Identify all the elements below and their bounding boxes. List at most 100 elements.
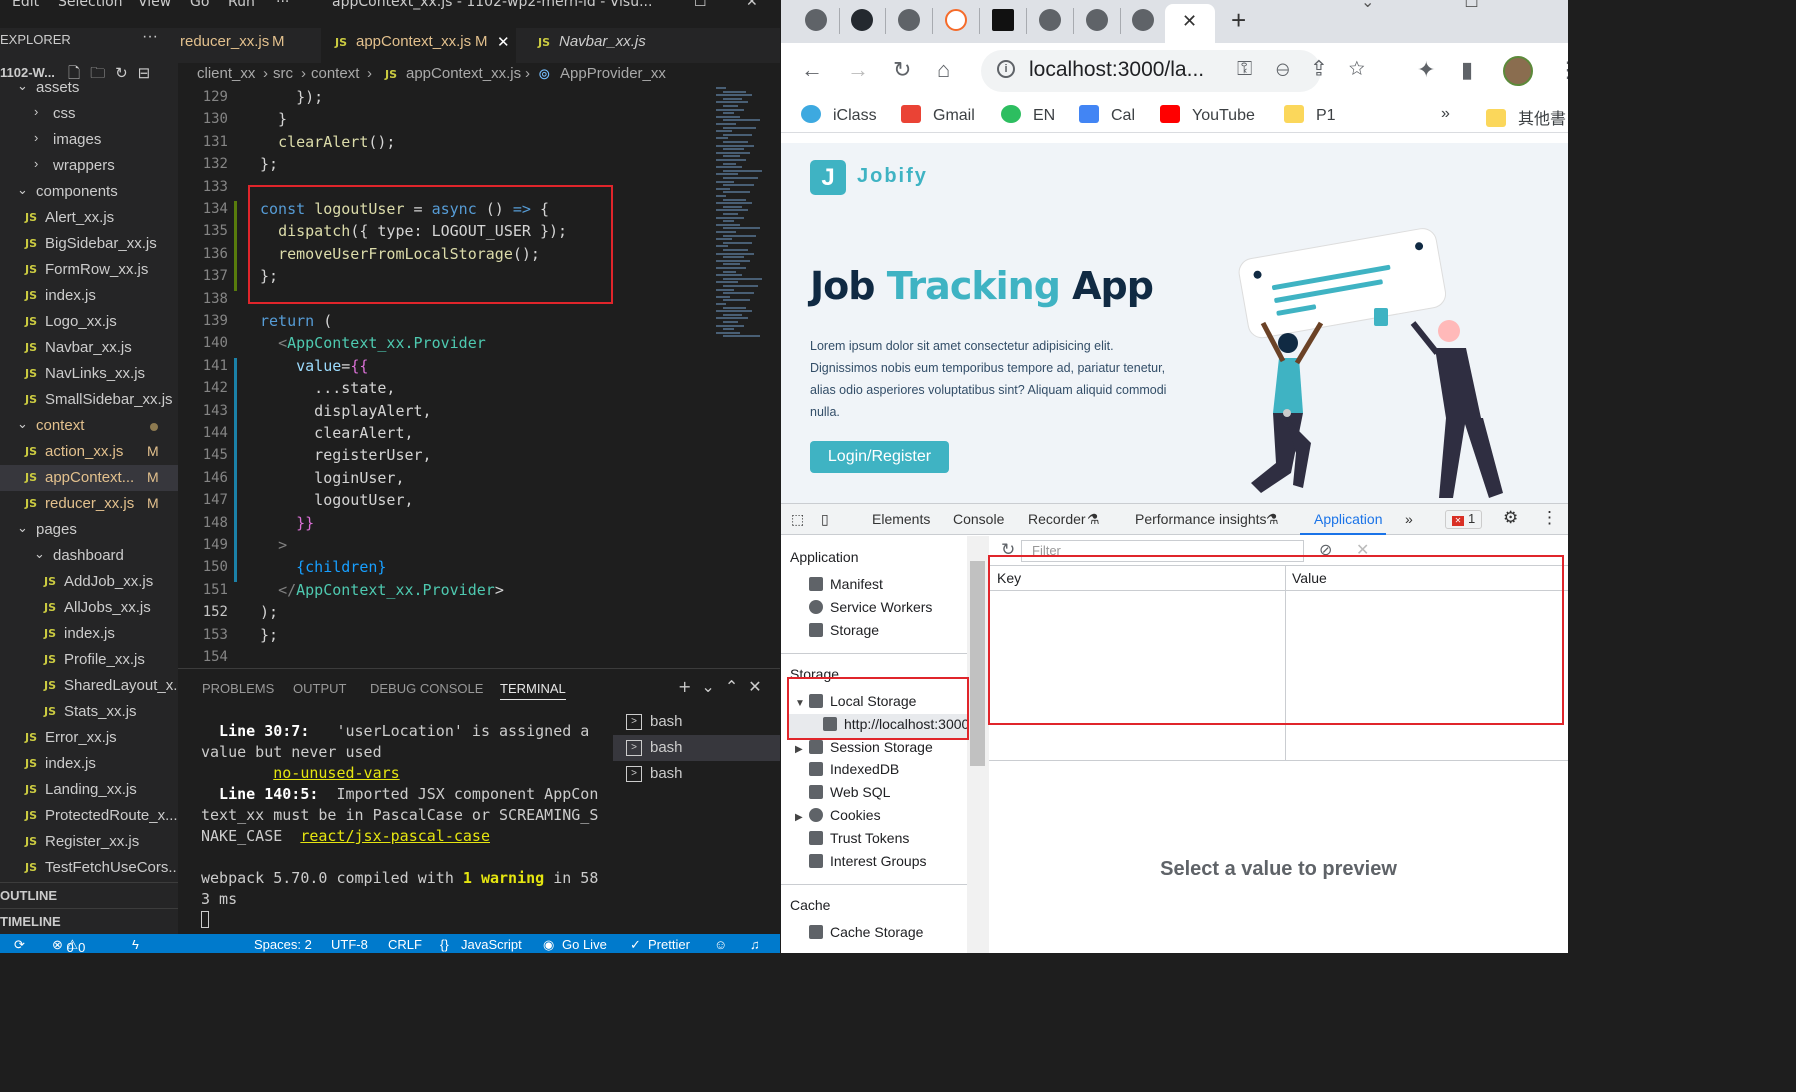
tree-file[interactable]: JS SmallSidebar_xx.js <box>0 387 178 413</box>
tree-folder[interactable]: ⌄ dashboard <box>0 543 178 569</box>
tree-folder[interactable]: ⌄ pages <box>0 517 178 543</box>
maximize-panel-icon[interactable]: ⌃ <box>725 677 748 696</box>
menu-edit[interactable]: Edit <box>12 0 39 10</box>
settings-gear-icon[interactable]: ⚙ <box>1503 508 1518 528</box>
terminal-item[interactable]: > bash <box>613 761 780 787</box>
tab-problems[interactable]: PROBLEMS <box>202 681 274 696</box>
tree-file[interactable]: JS index.js <box>0 621 178 647</box>
device-toolbar-icon[interactable]: ▯ <box>821 511 829 528</box>
tree-file[interactable]: JS Stats_xx.js <box>0 699 178 725</box>
code-line[interactable]: clearAlert, <box>260 424 413 442</box>
go-live-button[interactable]: Go Live <box>562 937 607 952</box>
code-line[interactable]: displayAlert, <box>260 402 431 420</box>
clock-icon[interactable] <box>945 9 967 31</box>
code-line[interactable]: ...state, <box>260 379 395 397</box>
tree-folder[interactable]: › images <box>0 127 178 153</box>
tab-console[interactable]: Console <box>953 511 1004 527</box>
code-line[interactable]: }; <box>260 626 278 644</box>
outline-section[interactable]: OUTLINE <box>0 882 178 908</box>
tree-file[interactable]: JS Alert_xx.js <box>0 205 178 231</box>
tree-file[interactable]: JS Logo_xx.js <box>0 309 178 335</box>
tree-folder[interactable]: › css <box>0 101 178 127</box>
globe-icon[interactable] <box>1132 9 1154 31</box>
tree-file[interactable]: JS index.js <box>0 283 178 309</box>
bookmark-p1[interactable]: P1 <box>1284 105 1336 125</box>
tree-file[interactable]: JS AddJob_xx.js <box>0 569 178 595</box>
bookmark-gmail[interactable]: Gmail <box>901 105 975 125</box>
tab-debug-console[interactable]: DEBUG CONSOLE <box>370 681 483 696</box>
sidebar-item-trust-tokens[interactable]: Trust Tokens <box>809 830 909 846</box>
extensions-icon[interactable]: ✦ <box>1417 57 1435 83</box>
share-icon[interactable]: ⇪ <box>1313 58 1348 80</box>
tab-performance-insights[interactable]: Performance insights <box>1135 511 1267 527</box>
expand-arrow-icon[interactable]: ▶ <box>795 812 803 823</box>
tab-navbar[interactable]: JS Navbar_xx.js <box>518 28 678 63</box>
sidebar-item-cookies[interactable]: Cookies <box>809 807 881 823</box>
star-icon[interactable]: ☆ <box>1349 58 1389 80</box>
problems-status[interactable]: ⊗ 0 ⚠ 0 <box>52 937 85 953</box>
bookmark-cal[interactable]: Cal <box>1079 105 1135 125</box>
new-tab-button[interactable]: + <box>1231 5 1246 36</box>
globe-icon[interactable] <box>1086 9 1108 31</box>
scrollbar-thumb[interactable] <box>970 561 985 766</box>
code-line[interactable]: ); <box>260 603 278 621</box>
code-line[interactable]: > <box>260 536 287 554</box>
back-icon[interactable]: ← <box>801 57 823 83</box>
code-line[interactable]: clearAlert(); <box>260 133 395 151</box>
inspect-icon[interactable]: ⬚ <box>791 511 804 528</box>
tree-file[interactable]: JS AllJobs_xx.js <box>0 595 178 621</box>
globe-icon[interactable] <box>898 9 920 31</box>
new-terminal-icon[interactable]: + <box>678 677 701 696</box>
code-line[interactable]: }} <box>260 514 314 532</box>
address-bar[interactable]: i localhost:3000/la... ⚿⊖⇪☆ <box>981 50 1365 92</box>
sidebar-item-interest-groups[interactable]: Interest Groups <box>809 853 927 869</box>
terminal-item[interactable]: > bash <box>613 735 780 761</box>
tab-output[interactable]: OUTPUT <box>293 681 346 696</box>
code-line[interactable]: registerUser, <box>260 446 431 464</box>
code-line[interactable]: logoutUser, <box>260 491 413 509</box>
expand-arrow-icon[interactable]: ▶ <box>795 744 803 755</box>
sidebar-item-storage[interactable]: Storage <box>809 622 879 638</box>
tree-file[interactable]: JS Navbar_xx.js <box>0 335 178 361</box>
tree-file[interactable]: JS BigSidebar_xx.js <box>0 231 178 257</box>
code-line[interactable]: }; <box>260 155 278 173</box>
github-icon[interactable] <box>851 9 873 31</box>
error-badge[interactable]: ✕ 1 <box>1445 510 1483 529</box>
tab-appcontext[interactable]: JS appContext_xx.js M ✕ <box>321 28 516 63</box>
encoding-status[interactable]: UTF-8 <box>331 937 368 952</box>
tree-file[interactable]: JS Error_xx.js <box>0 725 178 751</box>
home-icon[interactable]: ⌂ <box>937 57 950 83</box>
lightning-icon[interactable]: ϟ <box>132 937 139 952</box>
globe-icon[interactable] <box>1039 9 1061 31</box>
breadcrumb-item[interactable]: appContext_xx.js <box>406 65 521 82</box>
menu-run[interactable]: Run <box>228 0 255 10</box>
indentation-status[interactable]: Spaces: 2 <box>254 937 312 952</box>
tree-file[interactable]: JS appContext... M <box>0 465 178 491</box>
tab-terminal[interactable]: TERMINAL <box>500 681 566 700</box>
maximize-icon[interactable]: ☐ <box>694 0 707 10</box>
tree-file[interactable]: JS reducer_xx.js M <box>0 491 178 517</box>
close-tab-icon[interactable]: ✕ <box>1182 11 1197 32</box>
sidebar-item-websql[interactable]: Web SQL <box>809 784 890 800</box>
menu-icon[interactable]: ⋮ <box>1557 57 1568 83</box>
bookmark-en[interactable]: EN <box>1001 105 1055 125</box>
timeline-section[interactable]: TIMELINE <box>0 908 178 934</box>
breadcrumb-item[interactable]: AppProvider_xx <box>560 65 666 82</box>
bell-icon[interactable]: ♫ <box>750 937 760 952</box>
eol-status[interactable]: CRLF <box>388 937 422 952</box>
tree-file[interactable]: JS TestFetchUseCors... <box>0 855 178 881</box>
login-register-button[interactable]: Login/Register <box>810 441 949 473</box>
forward-icon[interactable]: → <box>847 57 869 83</box>
chevron-down-icon[interactable]: ⌄ <box>1361 0 1464 11</box>
active-tab[interactable]: ✕ <box>1165 4 1215 43</box>
zoom-icon[interactable]: ⊖ <box>1276 58 1313 80</box>
site-info-icon[interactable]: i <box>997 60 1015 78</box>
tab-recorder[interactable]: Recorder <box>1028 511 1086 527</box>
tree-file[interactable]: JS SharedLayout_x... <box>0 673 178 699</box>
close-panel-icon[interactable]: ✕ <box>748 677 771 696</box>
tree-file[interactable]: JS action_xx.js M <box>0 439 178 465</box>
language-status[interactable]: JavaScript <box>461 937 522 952</box>
terminal-item[interactable]: > bash <box>613 709 780 735</box>
terminal-output[interactable]: Line 30:7: 'userLocation' is assigned a … <box>201 721 601 931</box>
sidebar-item-cache-storage[interactable]: Cache Storage <box>809 924 923 940</box>
